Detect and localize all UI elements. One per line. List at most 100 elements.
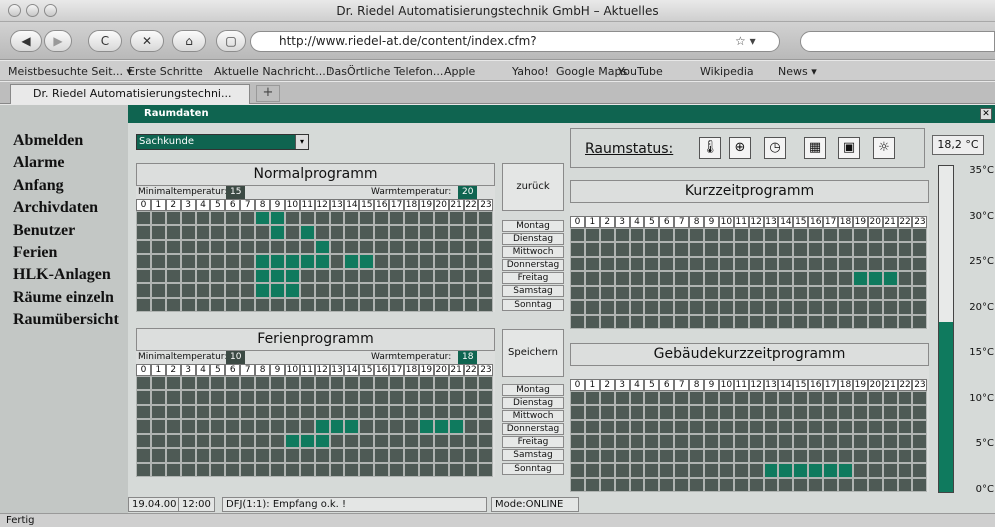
schedule-cell[interactable] (599, 448, 615, 464)
schedule-cell[interactable] (644, 477, 660, 492)
schedule-cell[interactable] (389, 211, 405, 226)
schedule-cell[interactable] (718, 256, 734, 272)
schedule-cell[interactable] (374, 239, 390, 255)
schedule-cell[interactable] (867, 463, 883, 478)
schedule-cell[interactable] (270, 390, 285, 405)
bookmark-star-icon[interactable]: ☆ ▾ (735, 34, 756, 48)
schedule-cell[interactable] (404, 376, 419, 391)
schedule-cell[interactable] (852, 419, 868, 435)
schedule-cell[interactable] (195, 225, 211, 240)
schedule-cell[interactable] (329, 239, 345, 255)
schedule-cell[interactable] (299, 404, 315, 420)
schedule-cell[interactable] (389, 376, 405, 391)
schedule-cell[interactable] (180, 462, 196, 477)
schedule-cell[interactable] (584, 271, 600, 286)
schedule-cell[interactable] (778, 271, 794, 286)
schedule-cell[interactable] (299, 390, 315, 405)
schedule-cell[interactable] (270, 297, 285, 312)
schedule-cell[interactable] (136, 404, 151, 420)
bookmark-item[interactable]: Aktuelle Nachricht... ᵎ (214, 65, 331, 78)
schedule-cell[interactable] (838, 419, 853, 435)
schedule-cell[interactable] (808, 285, 824, 301)
schedule-cell[interactable] (344, 404, 360, 420)
schedule-cell[interactable] (359, 376, 375, 391)
schedule-cell[interactable] (748, 434, 764, 449)
schedule-cell[interactable] (823, 477, 839, 492)
schedule-cell[interactable] (374, 390, 390, 405)
schedule-cell[interactable] (284, 390, 300, 405)
schedule-cell[interactable] (195, 404, 211, 420)
schedule-cell[interactable] (150, 297, 166, 312)
schedule-cell[interactable] (718, 228, 734, 243)
schedule-cell[interactable] (704, 463, 719, 478)
schedule-cell[interactable] (270, 211, 285, 226)
schedule-cell[interactable] (433, 254, 449, 269)
schedule-cell[interactable] (404, 419, 419, 434)
schedule-cell[interactable] (359, 254, 375, 269)
schedule-cell[interactable] (270, 376, 285, 391)
schedule-cell[interactable] (299, 268, 315, 284)
nav-item[interactable]: Benutzer (13, 220, 119, 242)
schedule-cell[interactable] (704, 419, 719, 435)
schedule-cell[interactable] (433, 283, 449, 298)
warm-temp-value[interactable]: 20 (458, 186, 478, 199)
schedule-cell[interactable] (748, 228, 764, 243)
schedule-cell[interactable] (270, 419, 285, 434)
schedule-cell[interactable] (329, 390, 345, 405)
schedule-cell[interactable] (852, 405, 868, 420)
schedule-cell[interactable] (882, 256, 898, 272)
bookmark-item[interactable]: Wikipedia (700, 65, 754, 78)
schedule-cell[interactable] (733, 405, 749, 420)
schedule-cell[interactable] (689, 448, 705, 464)
schedule-cell[interactable] (180, 211, 196, 226)
schedule-cell[interactable] (329, 404, 345, 420)
schedule-cell[interactable] (659, 463, 675, 478)
schedule-cell[interactable] (897, 463, 913, 478)
schedule-cell[interactable] (599, 434, 615, 449)
schedule-cell[interactable] (314, 376, 330, 391)
schedule-cell[interactable] (180, 376, 196, 391)
schedule-cell[interactable] (808, 463, 824, 478)
schedule-cell[interactable] (644, 228, 660, 243)
schedule-cell[interactable] (433, 419, 449, 434)
schedule-cell[interactable] (614, 256, 630, 272)
schedule-cell[interactable] (389, 283, 405, 298)
back-button[interactable]: ◀ (10, 30, 42, 52)
schedule-cell[interactable] (448, 390, 464, 405)
schedule-cell[interactable] (374, 448, 390, 463)
schedule-cell[interactable] (808, 477, 824, 492)
schedule-cell[interactable] (912, 271, 928, 286)
room-select[interactable]: Sachkunde ▾ (136, 134, 309, 150)
schedule-cell[interactable] (614, 434, 630, 449)
schedule-cell[interactable] (823, 419, 839, 435)
schedule-cell[interactable] (463, 433, 479, 449)
schedule-cell[interactable] (240, 239, 256, 255)
schedule-cell[interactable] (748, 419, 764, 435)
schedule-cell[interactable] (448, 462, 464, 477)
schedule-cell[interactable] (284, 433, 300, 449)
schedule-cell[interactable] (584, 405, 600, 420)
schedule-cell[interactable] (389, 462, 405, 477)
bookmark-item[interactable]: DasÖrtliche Telefon... (326, 65, 443, 78)
schedule-cell[interactable] (838, 463, 853, 478)
schedule-cell[interactable] (284, 376, 300, 391)
schedule-cell[interactable] (314, 462, 330, 477)
schedule-cell[interactable] (689, 463, 705, 478)
schedule-cell[interactable] (614, 228, 630, 243)
schedule-cell[interactable] (882, 419, 898, 435)
schedule-cell[interactable] (314, 433, 330, 449)
schedule-cell[interactable] (225, 376, 241, 391)
schedule-cell[interactable] (418, 268, 434, 284)
schedule-cell[interactable] (748, 391, 764, 406)
schedule-cell[interactable] (240, 376, 256, 391)
schedule-cell[interactable] (299, 297, 315, 312)
schedule-cell[interactable] (584, 463, 600, 478)
schedule-cell[interactable] (718, 477, 734, 492)
schedule-cell[interactable] (150, 376, 166, 391)
schedule-cell[interactable] (614, 477, 630, 492)
schedule-cell[interactable] (614, 242, 630, 257)
schedule-cell[interactable] (329, 268, 345, 284)
schedule-cell[interactable] (225, 390, 241, 405)
schedule-cell[interactable] (448, 283, 464, 298)
schedule-cell[interactable] (599, 314, 615, 329)
